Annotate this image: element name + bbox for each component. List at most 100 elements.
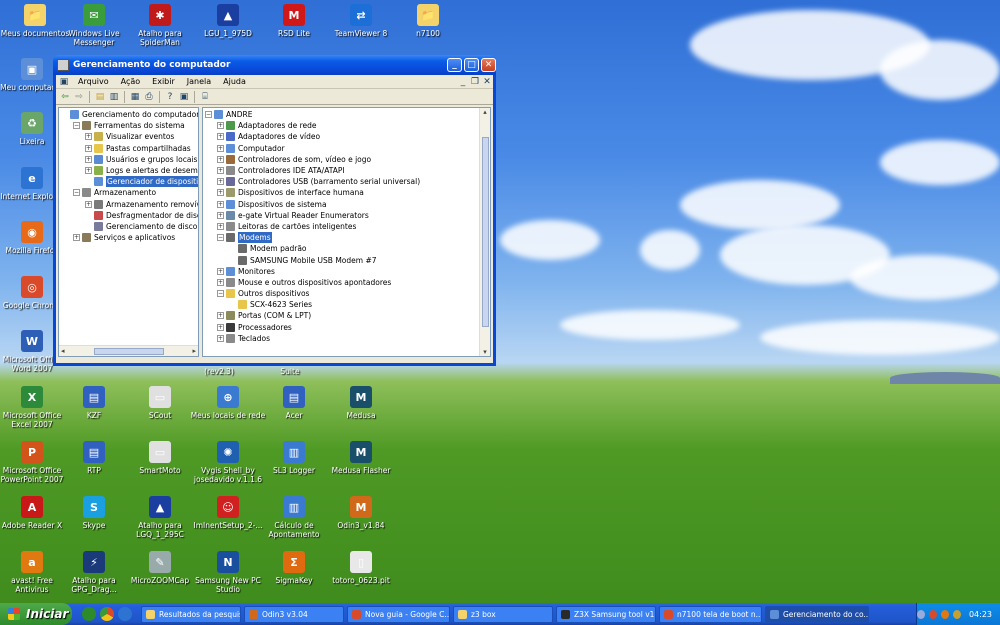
expand-icon[interactable]: + bbox=[85, 155, 92, 163]
tray-network-icon[interactable] bbox=[917, 609, 925, 619]
expand-icon[interactable]: + bbox=[217, 211, 224, 219]
scan-hardware-icon[interactable]: ⌸ bbox=[199, 91, 211, 103]
desktop-icon[interactable]: ▤ Acer bbox=[256, 386, 332, 420]
tree-node[interactable]: SCX-4623 Series bbox=[205, 299, 490, 310]
close-button[interactable]: ✕ bbox=[481, 58, 496, 72]
expand-icon[interactable]: + bbox=[217, 200, 224, 208]
tree-node[interactable]: − ANDRE bbox=[205, 109, 490, 120]
expand-icon[interactable]: + bbox=[217, 178, 224, 186]
back-arrow-icon[interactable]: ⇦ bbox=[59, 91, 71, 103]
chrome-quicklaunch-icon[interactable] bbox=[100, 607, 114, 621]
expand-icon[interactable]: + bbox=[217, 133, 224, 141]
expand-icon[interactable]: + bbox=[217, 278, 224, 286]
show-tree-icon[interactable]: ▥ bbox=[108, 91, 120, 103]
tree-node[interactable]: + Dispositivos de interface humana bbox=[205, 187, 490, 198]
taskbar-button[interactable]: n7100 tela de boot n... bbox=[659, 605, 762, 623]
minimize-button[interactable]: _ bbox=[447, 58, 462, 72]
ie-quicklaunch-icon[interactable] bbox=[118, 607, 132, 621]
tree-node[interactable]: Gerenciador de dispositivos bbox=[61, 176, 198, 188]
tree-node[interactable]: Modem padrão bbox=[205, 243, 490, 254]
desktop-icon[interactable]: ✎ MicroZOOMCap bbox=[122, 551, 198, 585]
up-folder-icon[interactable]: ▤ bbox=[94, 91, 106, 103]
tree-node[interactable]: + Pastas compartilhadas bbox=[61, 143, 198, 154]
tree-node[interactable]: + Visualizar eventos bbox=[61, 131, 198, 142]
desktop-icon[interactable]: M Odin3_v1.84 bbox=[323, 496, 399, 530]
desktop-icon[interactable]: ⚡ Atalho para GPG_Drag... bbox=[56, 551, 132, 594]
desktop-icon[interactable]: ▥ SL3 Logger bbox=[256, 441, 332, 475]
console-tree-pane[interactable]: Gerenciamento do computador (loca−Ferram… bbox=[58, 107, 199, 357]
tree-node[interactable]: + Portas (COM & LPT) bbox=[205, 310, 490, 321]
tree-node[interactable]: − Outros dispositivos bbox=[205, 288, 490, 299]
tree-node[interactable]: + Controladores de som, vídeo e jogo bbox=[205, 154, 490, 165]
expand-icon[interactable]: + bbox=[217, 167, 224, 175]
tree-node[interactable]: Desfragmentador de disco bbox=[61, 210, 198, 221]
desktop-icon[interactable]: Σ SigmaKey bbox=[256, 551, 332, 585]
desktop-icon[interactable]: N Samsung New PC Studio bbox=[190, 551, 266, 594]
maximize-button[interactable]: □ bbox=[464, 58, 479, 72]
taskbar-button[interactable]: Gerenciamento do co... bbox=[765, 605, 869, 623]
vertical-scrollbar[interactable]: ▴ ▾ bbox=[479, 108, 490, 356]
collapse-icon[interactable]: − bbox=[217, 290, 224, 298]
child-close-icon[interactable]: ✕ bbox=[481, 76, 493, 88]
expand-icon[interactable]: + bbox=[85, 200, 92, 208]
desktop-icon[interactable]: M RSD Lite bbox=[256, 4, 332, 38]
desktop-icon[interactable]: S Skype bbox=[56, 496, 132, 530]
tree-node[interactable]: + Adaptadores de rede bbox=[205, 120, 490, 131]
tree-node[interactable]: SAMSUNG Mobile USB Modem #7 bbox=[205, 254, 490, 265]
menu-arquivo[interactable]: Arquivo bbox=[72, 77, 115, 86]
desktop-icon[interactable]: M Medusa bbox=[323, 386, 399, 420]
window-titlebar[interactable]: Gerenciamento do computador _ □ ✕ bbox=[53, 55, 496, 75]
mmc-icon[interactable]: ▣ bbox=[58, 76, 70, 88]
child-minimize-icon[interactable]: _ bbox=[457, 76, 469, 88]
desktop-icon[interactable]: M Medusa Flasher bbox=[323, 441, 399, 475]
tree-node[interactable]: + Armazenamento removível bbox=[61, 199, 198, 210]
desktop-icon[interactable]: ✺ Vygis Shell_by josedavido v.1.1.6 bbox=[190, 441, 266, 484]
properties-icon[interactable]: ▣ bbox=[178, 91, 190, 103]
taskbar-button[interactable]: Odin3 v3.04 bbox=[244, 605, 344, 623]
expand-icon[interactable]: + bbox=[217, 155, 224, 163]
taskbar-button[interactable]: Nova guia - Google C... bbox=[347, 605, 450, 623]
desktop-icon[interactable]: ▯ totoro_0623.pit bbox=[323, 551, 399, 585]
desktop-icon[interactable]: ▭ SCout bbox=[122, 386, 198, 420]
help-icon[interactable]: ? bbox=[164, 91, 176, 103]
forward-arrow-icon[interactable]: ⇨ bbox=[73, 91, 85, 103]
menu-acao[interactable]: Ação bbox=[115, 77, 147, 86]
tree-node[interactable]: Gerenciamento do computador (loca bbox=[61, 109, 198, 120]
tree-node[interactable]: + Processadores bbox=[205, 322, 490, 333]
desktop-icon[interactable]: ▭ SmartMoto bbox=[122, 441, 198, 475]
desktop-icon[interactable]: ⇄ TeamViewer 8 bbox=[323, 4, 399, 38]
clock[interactable]: 04:23 bbox=[969, 610, 992, 619]
expand-icon[interactable]: + bbox=[217, 222, 224, 230]
expand-icon[interactable]: + bbox=[73, 234, 80, 242]
expand-icon[interactable]: + bbox=[217, 267, 224, 275]
tray-security-icon[interactable] bbox=[952, 609, 961, 619]
menu-janela[interactable]: Janela bbox=[181, 77, 217, 86]
expand-icon[interactable]: + bbox=[217, 334, 224, 342]
tree-node[interactable]: + Teclados bbox=[205, 333, 490, 344]
tree-node[interactable]: + Usuários e grupos locais bbox=[61, 154, 198, 165]
desktop-icon[interactable]: 📁 n7100 bbox=[390, 4, 466, 38]
tree-node[interactable]: + Controladores IDE ATA/ATAPI bbox=[205, 165, 490, 176]
desktop-icon[interactable]: ▥ Cálculo de Apontamento bbox=[256, 496, 332, 539]
expand-icon[interactable]: + bbox=[217, 144, 224, 152]
computer-management-window[interactable]: Gerenciamento do computador _ □ ✕ ▣ Arqu… bbox=[53, 55, 496, 366]
menu-ajuda[interactable]: Ajuda bbox=[217, 77, 252, 86]
desktop-icon[interactable]: ▲ Atalho para LGQ_1_295C bbox=[122, 496, 198, 539]
device-tree-pane[interactable]: − ANDRE + Adaptadores de rede + Adaptadores d… bbox=[202, 107, 491, 357]
tray-chrome-icon[interactable] bbox=[928, 609, 937, 619]
taskbar-button[interactable]: Z3X Samsung tool v1.... bbox=[556, 605, 656, 623]
collapse-icon[interactable]: − bbox=[73, 189, 80, 197]
expand-icon[interactable]: + bbox=[85, 144, 92, 152]
desktop-icon[interactable]: ▤ RTP bbox=[56, 441, 132, 475]
taskbar-button[interactable]: z3 box bbox=[453, 605, 553, 623]
export-list-icon[interactable]: ▦ bbox=[129, 91, 141, 103]
tree-node[interactable]: − Modems bbox=[205, 232, 490, 244]
tree-node[interactable]: + Logs e alertas de desempen bbox=[61, 165, 198, 176]
expand-icon[interactable]: + bbox=[217, 323, 224, 331]
expand-icon[interactable]: + bbox=[85, 167, 92, 175]
expand-icon[interactable]: + bbox=[217, 312, 224, 320]
tree-node[interactable]: + Serviços e aplicativos bbox=[61, 232, 198, 243]
tree-node[interactable]: + Dispositivos de sistema bbox=[205, 199, 490, 210]
tray-avast-icon[interactable] bbox=[940, 609, 949, 619]
tree-node[interactable]: − Armazenamento bbox=[61, 187, 198, 198]
